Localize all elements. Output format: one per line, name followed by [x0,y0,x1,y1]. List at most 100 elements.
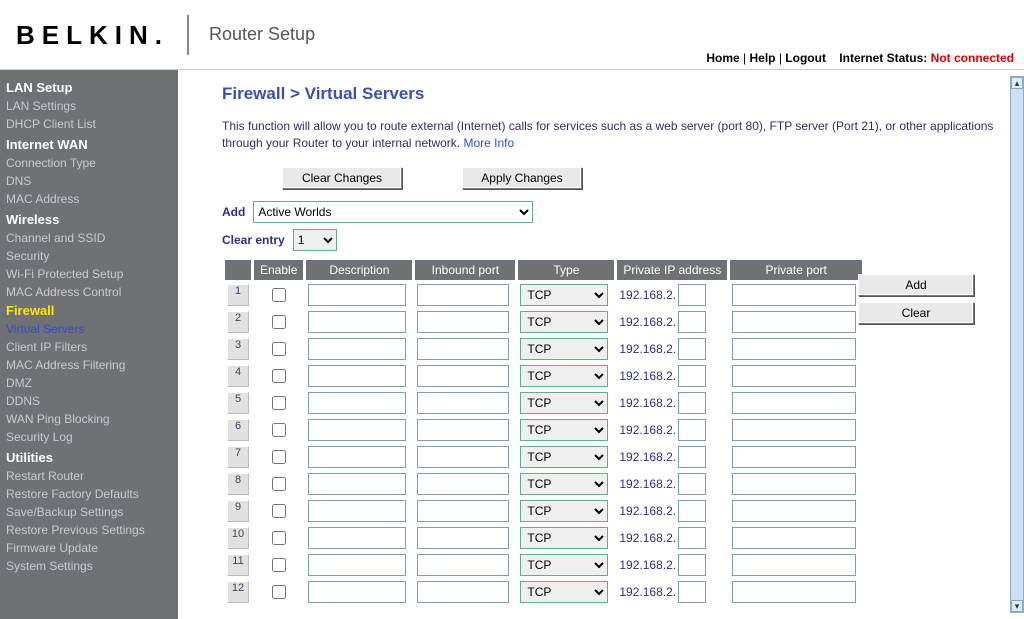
type-select[interactable]: TCP [520,527,608,549]
sidebar-dmz[interactable]: DMZ [6,374,178,392]
inbound-port-input[interactable] [417,500,509,522]
inbound-port-input[interactable] [417,338,509,360]
enable-checkbox[interactable] [272,450,286,464]
private-port-input[interactable] [732,446,856,468]
inbound-port-input[interactable] [417,473,509,495]
sidebar-system-settings[interactable]: System Settings [6,557,178,575]
clear-button[interactable]: Clear [858,302,974,324]
inbound-port-input[interactable] [417,527,509,549]
type-select[interactable]: TCP [520,284,608,306]
private-port-input[interactable] [732,419,856,441]
clear-changes-button[interactable]: Clear Changes [282,167,402,189]
enable-checkbox[interactable] [272,396,286,410]
description-input[interactable] [308,500,406,522]
type-select[interactable]: TCP [520,581,608,603]
sidebar-restore-previous-settings[interactable]: Restore Previous Settings [6,521,178,539]
type-select[interactable]: TCP [520,338,608,360]
inbound-port-input[interactable] [417,392,509,414]
type-select[interactable]: TCP [520,446,608,468]
type-select[interactable]: TCP [520,419,608,441]
private-ip-input[interactable] [678,338,706,360]
private-ip-input[interactable] [678,311,706,333]
enable-checkbox[interactable] [272,369,286,383]
scroll-down-icon[interactable]: ▾ [1011,600,1023,612]
sidebar-mac-address-control[interactable]: MAC Address Control [6,283,178,301]
description-input[interactable] [308,419,406,441]
sidebar-wi-fi-protected-setup[interactable]: Wi-Fi Protected Setup [6,265,178,283]
private-port-input[interactable] [732,338,856,360]
private-ip-input[interactable] [678,284,706,306]
inbound-port-input[interactable] [417,365,509,387]
inbound-port-input[interactable] [417,554,509,576]
sidebar-channel-and-ssid[interactable]: Channel and SSID [6,229,178,247]
enable-checkbox[interactable] [272,558,286,572]
description-input[interactable] [308,581,406,603]
sidebar-ddns[interactable]: DDNS [6,392,178,410]
description-input[interactable] [308,446,406,468]
link-home[interactable]: Home [706,51,739,65]
private-ip-input[interactable] [678,473,706,495]
type-select[interactable]: TCP [520,554,608,576]
link-logout[interactable]: Logout [785,51,826,65]
private-port-input[interactable] [732,554,856,576]
add-button[interactable]: Add [858,274,974,296]
private-ip-input[interactable] [678,365,706,387]
apply-changes-button[interactable]: Apply Changes [462,167,582,189]
private-port-input[interactable] [732,311,856,333]
sidebar-virtual-servers[interactable]: Virtual Servers [6,320,178,338]
private-port-input[interactable] [732,527,856,549]
enable-checkbox[interactable] [272,477,286,491]
type-select[interactable]: TCP [520,473,608,495]
private-ip-input[interactable] [678,581,706,603]
description-input[interactable] [308,338,406,360]
private-port-input[interactable] [732,500,856,522]
sidebar-dhcp-client-list[interactable]: DHCP Client List [6,115,178,133]
private-port-input[interactable] [732,284,856,306]
private-ip-input[interactable] [678,554,706,576]
description-input[interactable] [308,365,406,387]
type-select[interactable]: TCP [520,311,608,333]
add-service-select[interactable]: Active Worlds [253,201,533,223]
inbound-port-input[interactable] [417,419,509,441]
inbound-port-input[interactable] [417,446,509,468]
link-help[interactable]: Help [749,51,775,65]
enable-checkbox[interactable] [272,342,286,356]
enable-checkbox[interactable] [272,423,286,437]
description-input[interactable] [308,311,406,333]
description-input[interactable] [308,527,406,549]
sidebar-security-log[interactable]: Security Log [6,428,178,446]
enable-checkbox[interactable] [272,288,286,302]
enable-checkbox[interactable] [272,504,286,518]
sidebar-connection-type[interactable]: Connection Type [6,154,178,172]
description-input[interactable] [308,284,406,306]
enable-checkbox[interactable] [272,585,286,599]
private-port-input[interactable] [732,473,856,495]
private-ip-input[interactable] [678,500,706,522]
enable-checkbox[interactable] [272,315,286,329]
private-ip-input[interactable] [678,446,706,468]
description-input[interactable] [308,554,406,576]
sidebar-firmware-update[interactable]: Firmware Update [6,539,178,557]
private-ip-input[interactable] [678,392,706,414]
sidebar-restart-router[interactable]: Restart Router [6,467,178,485]
clear-entry-select[interactable]: 1 [293,229,337,251]
inbound-port-input[interactable] [417,581,509,603]
scroll-up-icon[interactable]: ▴ [1011,77,1023,89]
enable-checkbox[interactable] [272,531,286,545]
inbound-port-input[interactable] [417,284,509,306]
inbound-port-input[interactable] [417,311,509,333]
sidebar-wan-ping-blocking[interactable]: WAN Ping Blocking [6,410,178,428]
scrollbar[interactable]: ▴ ▾ [1010,76,1024,613]
private-ip-input[interactable] [678,527,706,549]
description-input[interactable] [308,392,406,414]
sidebar-firewall[interactable]: Firewall [6,301,178,320]
sidebar-dns[interactable]: DNS [6,172,178,190]
sidebar-mac-address-filtering[interactable]: MAC Address Filtering [6,356,178,374]
private-port-input[interactable] [732,581,856,603]
private-ip-input[interactable] [678,419,706,441]
sidebar-security[interactable]: Security [6,247,178,265]
sidebar-mac-address[interactable]: MAC Address [6,190,178,208]
type-select[interactable]: TCP [520,392,608,414]
sidebar-restore-factory-defaults[interactable]: Restore Factory Defaults [6,485,178,503]
sidebar-lan-settings[interactable]: LAN Settings [6,97,178,115]
